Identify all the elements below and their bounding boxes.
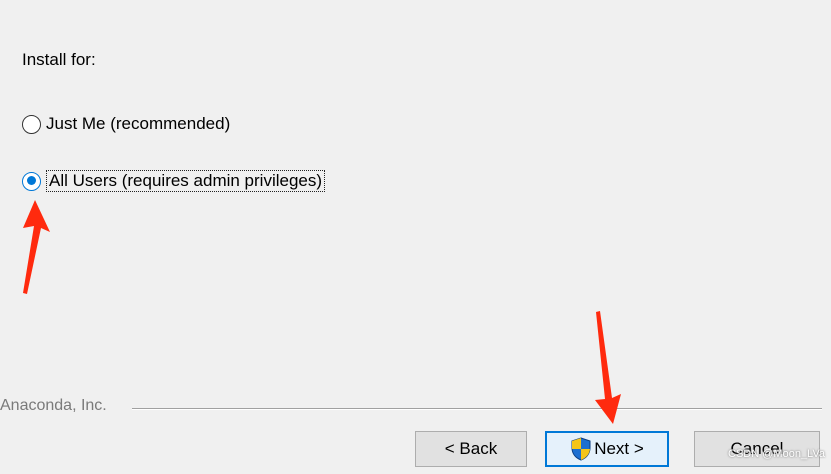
radio-label-all-users: All Users (requires admin privileges) (46, 170, 326, 192)
watermark: CSDN @Moon_LVa (728, 448, 825, 460)
footer-divider (132, 408, 822, 410)
next-button-label: Next > (594, 439, 644, 458)
next-button[interactable]: Next > (545, 431, 669, 467)
back-button[interactable]: < Back (415, 431, 527, 467)
uac-shield-icon (571, 437, 591, 461)
back-button-label: < Back (444, 439, 498, 458)
radio-all-users[interactable]: All Users (requires admin privileges) (22, 170, 326, 192)
radio-label-just-me: Just Me (recommended) (46, 114, 231, 133)
radio-button-all-users[interactable] (22, 171, 41, 191)
brand-label: Anaconda, Inc. (0, 397, 107, 414)
radio-just-me[interactable]: Just Me (recommended) (22, 114, 230, 134)
install-for-label: Install for: (22, 50, 96, 69)
red-arrow-icon (595, 311, 621, 424)
red-arrow-icon (23, 200, 50, 294)
radio-button-just-me[interactable] (22, 114, 41, 134)
